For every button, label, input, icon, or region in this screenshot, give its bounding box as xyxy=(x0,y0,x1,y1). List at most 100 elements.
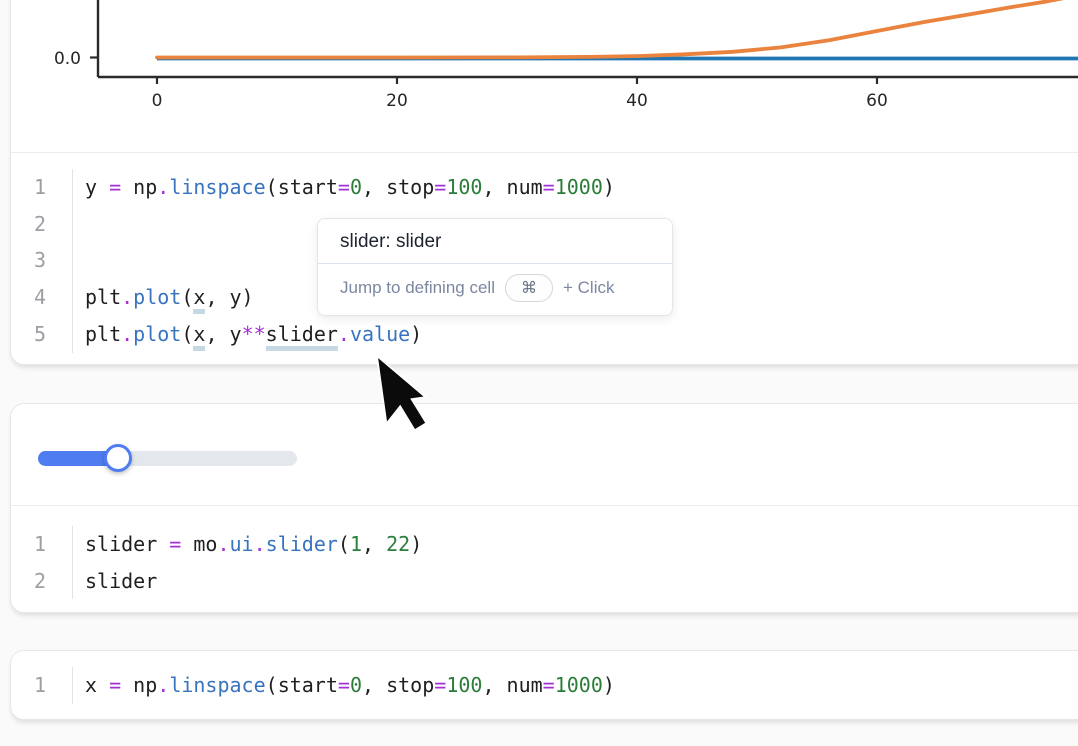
code-token: , xyxy=(362,532,386,556)
code-text: plt.plot(x, y) xyxy=(73,279,254,316)
code-token: . xyxy=(338,322,350,346)
code-token: ) xyxy=(603,673,615,697)
code-token: ( xyxy=(266,673,278,697)
x-tick-label: 60 xyxy=(866,91,888,111)
code-token: , xyxy=(482,673,506,697)
line-number: 1 xyxy=(11,169,73,206)
highlighted-variable-token[interactable]: x xyxy=(193,322,205,351)
code-token: slider xyxy=(266,532,338,556)
code-token: value xyxy=(350,322,410,346)
code-token: 1000 xyxy=(555,175,603,199)
code-token: ) xyxy=(603,175,615,199)
code-token: stop xyxy=(386,175,434,199)
code-token: ** xyxy=(242,322,266,346)
code-line[interactable]: 5plt.plot(x, y**slider.value) xyxy=(11,316,1078,353)
code-token: np xyxy=(121,673,157,697)
code-token: 22 xyxy=(386,532,410,556)
code-text xyxy=(73,206,85,243)
code-token: stop xyxy=(386,673,434,697)
code-token: , y xyxy=(205,322,241,346)
code-text: slider = mo.ui.slider(1, 22) xyxy=(73,526,422,563)
line-number: 2 xyxy=(11,206,73,243)
highlighted-variable-token[interactable]: slider xyxy=(266,322,338,351)
command-key-icon: ⌘ xyxy=(505,274,553,302)
line-number: 1 xyxy=(11,667,73,704)
x-tick-label: 40 xyxy=(626,91,648,111)
code-line[interactable]: 1x = np.linspace(start=0, stop=100, num=… xyxy=(11,667,1078,704)
line-number: 5 xyxy=(11,316,73,353)
code-token: linspace xyxy=(169,673,265,697)
code-text: x = np.linspace(start=0, stop=100, num=1… xyxy=(73,667,615,704)
code-token: np xyxy=(121,175,157,199)
code-token: , xyxy=(362,175,386,199)
code-text: slider xyxy=(73,563,157,600)
code-token: = xyxy=(169,532,181,556)
slider-handle[interactable] xyxy=(104,444,132,472)
code-lines: 1x = np.linspace(start=0, stop=100, num=… xyxy=(11,667,1078,704)
code-text: y = np.linspace(start=0, stop=100, num=1… xyxy=(73,169,615,206)
code-line[interactable]: 2 slider xyxy=(11,563,1078,600)
code-token: ( xyxy=(338,532,350,556)
code-token: 100 xyxy=(446,673,482,697)
code-token: slider xyxy=(85,569,157,593)
code-token: ) xyxy=(410,322,422,346)
code-token: . xyxy=(157,175,169,199)
code-token: . xyxy=(217,532,229,556)
line-number: 2 xyxy=(11,563,73,600)
code-token: = xyxy=(543,175,555,199)
matplotlib-chart: 0.0 0 20 40 60 xyxy=(11,0,1078,153)
notebook-cell-slider: 1slider = mo.ui.slider(1, 22)2slider xyxy=(10,403,1078,613)
code-token: 0 xyxy=(350,673,362,697)
code-token: ui xyxy=(230,532,254,556)
line-number: 4 xyxy=(11,279,73,316)
code-token: , xyxy=(362,673,386,697)
code-token: . xyxy=(121,285,133,309)
code-token: num xyxy=(507,175,543,199)
code-token: start xyxy=(278,673,338,697)
variable-hover-tooltip: slider: slider Jump to defining cell ⌘ +… xyxy=(317,218,673,316)
code-token: = xyxy=(543,673,555,697)
jump-to-defining-cell-label: Jump to defining cell xyxy=(340,278,495,298)
click-hint-label: + Click xyxy=(563,278,614,298)
code-token: 100 xyxy=(446,175,482,199)
code-token: = xyxy=(109,175,121,199)
code-editor[interactable]: 1slider = mo.ui.slider(1, 22)2slider xyxy=(11,506,1078,599)
code-token: . xyxy=(121,322,133,346)
code-token: mo xyxy=(181,532,217,556)
code-token: 1 xyxy=(350,532,362,556)
code-text: plt.plot(x, y**slider.value) xyxy=(73,316,422,353)
code-token: num xyxy=(507,673,543,697)
code-token: = xyxy=(338,175,350,199)
code-token: , y) xyxy=(205,285,253,309)
code-token: = xyxy=(109,673,121,697)
code-editor[interactable]: 1x = np.linspace(start=0, stop=100, num=… xyxy=(11,651,1078,704)
tooltip-title: slider: slider xyxy=(318,219,672,263)
code-token: plt xyxy=(85,285,121,309)
code-token: x xyxy=(85,673,109,697)
line-number: 3 xyxy=(11,242,73,279)
highlighted-variable-token[interactable]: x xyxy=(193,285,205,314)
plot-output-area: 0.0 0 20 40 60 xyxy=(11,0,1078,153)
code-token: ) xyxy=(410,532,422,556)
code-token: linspace xyxy=(169,175,265,199)
x-tick-label: 0 xyxy=(152,91,163,111)
code-token: plt xyxy=(85,322,121,346)
code-token: slider xyxy=(85,532,169,556)
code-text xyxy=(73,242,85,279)
code-token: y xyxy=(85,175,109,199)
code-token: start xyxy=(278,175,338,199)
code-token: . xyxy=(157,673,169,697)
code-token: plot xyxy=(133,285,181,309)
code-line[interactable]: 1slider = mo.ui.slider(1, 22) xyxy=(11,526,1078,563)
line-number: 1 xyxy=(11,526,73,563)
code-token: = xyxy=(338,673,350,697)
code-line[interactable]: 1y = np.linspace(start=0, stop=100, num=… xyxy=(11,169,1078,206)
code-token: = xyxy=(434,673,446,697)
code-token: = xyxy=(434,175,446,199)
code-token: plot xyxy=(133,322,181,346)
notebook-cell-x: 1x = np.linspace(start=0, stop=100, num=… xyxy=(10,650,1078,720)
y-tick-label: 0.0 xyxy=(54,49,81,69)
line-series-orange xyxy=(157,0,1078,57)
code-token: ( xyxy=(266,175,278,199)
slider-widget[interactable] xyxy=(38,451,297,466)
